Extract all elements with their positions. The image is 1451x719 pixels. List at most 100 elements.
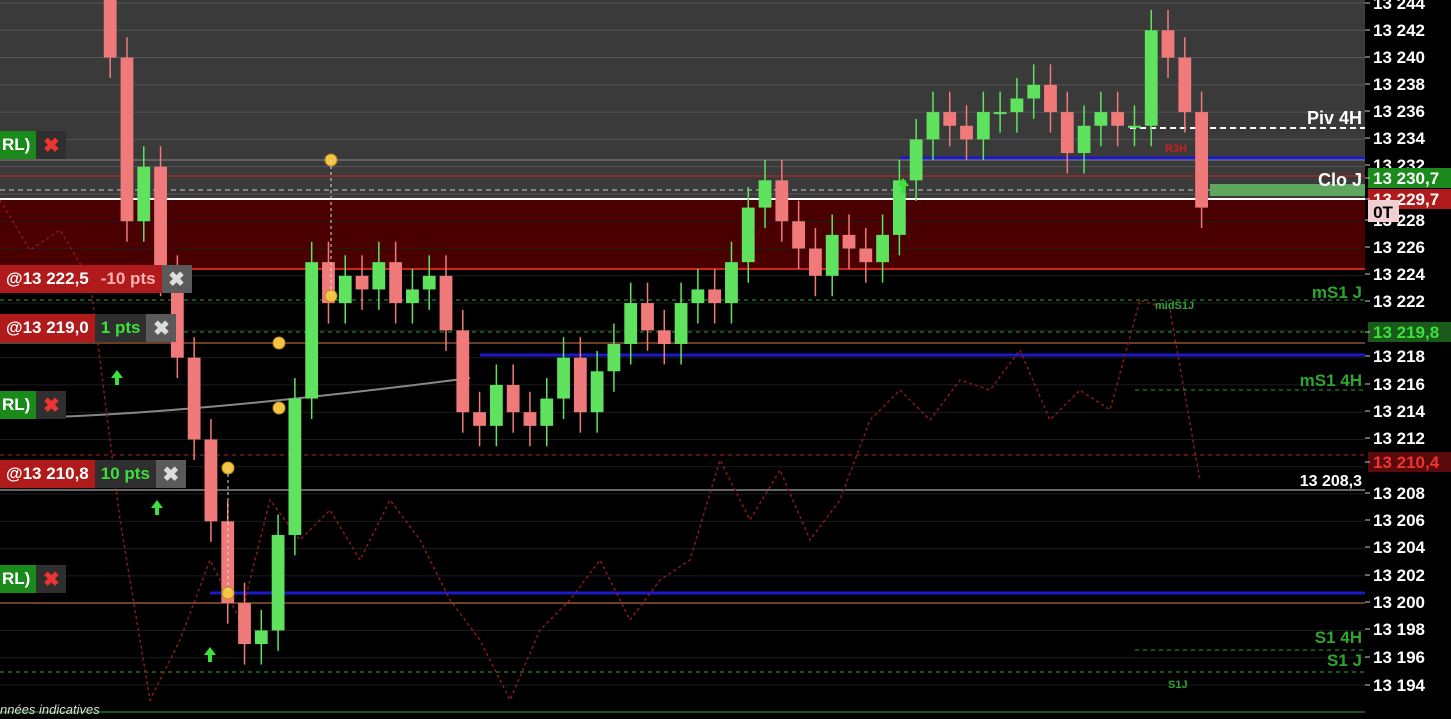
candle-body [372, 262, 386, 290]
candle-body [338, 275, 352, 304]
candle-body [1044, 84, 1057, 113]
s1j-label: S1 J [1327, 651, 1362, 670]
trade-marker-icon [272, 336, 286, 350]
candle-body [1010, 98, 1024, 113]
candle-body [607, 344, 621, 372]
order-price: @13 222,5 [0, 265, 95, 293]
close-icon[interactable]: ✖ [155, 460, 186, 488]
candle-body [1027, 84, 1041, 99]
candle-body [1178, 57, 1192, 113]
price-label: 13 208,3 [1300, 473, 1362, 490]
axis-tick-label: 13 219,8 [1373, 323, 1439, 342]
order-price: @13 219,0 [0, 314, 95, 342]
candle-body [993, 112, 1007, 115]
axis-tick-label: 13 214 [1373, 402, 1426, 421]
s1-4h-label: S1 4H [1315, 628, 1362, 647]
candle-body [489, 384, 503, 426]
rl-tag-1[interactable]: RL) ✖ [0, 131, 67, 159]
mids1j-label: midS1J [1155, 300, 1194, 312]
close-icon[interactable]: ✖ [161, 265, 192, 293]
close-icon[interactable]: ✖ [36, 131, 67, 159]
candle-body [187, 357, 201, 440]
axis-tick-label: 13 208 [1373, 484, 1425, 503]
candle-body [960, 125, 973, 140]
axis-tick-label: 13 234 [1373, 129, 1426, 148]
candle-body [557, 357, 570, 399]
candle-body [590, 371, 604, 413]
resistance-zone [0, 200, 1365, 270]
candle-body [859, 248, 873, 263]
axis-tick-label: 13 224 [1373, 265, 1426, 284]
axis-tick-label: 13 202 [1373, 566, 1425, 585]
rl-label: RL) [0, 565, 37, 593]
candle-body [1077, 125, 1091, 154]
r3h-label: R3H [1165, 143, 1187, 155]
candle-body [1060, 112, 1074, 154]
close-icon[interactable]: ✖ [36, 565, 67, 593]
price-chart[interactable]: Piv 4H Clo J mS1 J midS1J mS1 4H S1 4H S1 J S1J… [0, 0, 1451, 719]
candle-body [540, 398, 554, 426]
axis-tick-label: 13 206 [1373, 511, 1425, 530]
axis-tick-label: 13 196 [1373, 648, 1425, 667]
candle-body [305, 262, 319, 399]
candle-body [573, 357, 587, 413]
candle-body [1094, 112, 1108, 126]
order-tag-3[interactable]: @13 210,8 10 pts ✖ [0, 460, 186, 488]
order-pnl: 1 pts [94, 314, 147, 342]
candle-body [976, 112, 990, 140]
axis-tick-label: 13 238 [1373, 75, 1425, 94]
candle-body [674, 303, 688, 344]
candle-body [641, 303, 654, 331]
candle-body [725, 262, 738, 304]
candle-body [825, 234, 839, 276]
candle-body [439, 275, 453, 331]
candle-body [842, 234, 856, 249]
candle-body [1144, 30, 1158, 126]
axis-tick-label: 13 210,4 [1373, 453, 1440, 472]
candle-body [909, 139, 923, 181]
rl-tag-3[interactable]: RL) ✖ [0, 565, 67, 593]
candle-body [758, 180, 772, 208]
axis-tick-label: 13 236 [1373, 102, 1425, 121]
candle-body [1195, 112, 1208, 208]
order-pnl: 10 pts [94, 460, 156, 488]
axis-tick-label: 13 244 [1373, 0, 1426, 13]
order-pnl: -10 pts [94, 265, 162, 293]
order-tag-2[interactable]: @13 219,0 1 pts ✖ [0, 314, 177, 342]
candle-body [254, 630, 268, 645]
candle-body [708, 289, 722, 304]
trade-marker-icon [272, 401, 286, 415]
candle-body [1128, 125, 1141, 128]
axis-tick-label: 13 194 [1373, 676, 1426, 695]
close-icon[interactable]: ✖ [146, 314, 177, 342]
candle-body [1111, 112, 1125, 126]
candle-body [204, 439, 218, 522]
candle-body [406, 289, 419, 304]
axis-tick-label: 13 242 [1373, 21, 1425, 40]
candle-body [809, 248, 822, 276]
candle-body [422, 275, 436, 290]
close-icon[interactable]: ✖ [36, 391, 67, 419]
axis-tick-label: 13 198 [1373, 620, 1425, 639]
axis-tick-label: 13 200 [1373, 593, 1425, 612]
candle-body [943, 112, 957, 126]
candle-body [506, 384, 520, 413]
axis-tick-label: 13 218 [1373, 347, 1425, 366]
candle-body [389, 262, 403, 304]
candle-body [523, 412, 537, 426]
candle-body [657, 330, 671, 344]
candle-body [1161, 30, 1175, 58]
candle-body [154, 166, 167, 276]
candle-body [473, 412, 486, 426]
axis-tick-label: 13 204 [1373, 538, 1426, 557]
candle-body [775, 180, 789, 222]
axis-tick-label: 13 212 [1373, 429, 1425, 448]
s1j-small-label: S1J [1168, 679, 1188, 691]
axis-tick-label: 13 230,7 [1373, 169, 1439, 188]
candle-body [355, 275, 369, 290]
axis-tick-label: 13 222 [1373, 292, 1425, 311]
order-tag-1[interactable]: @13 222,5 -10 pts ✖ [0, 265, 192, 293]
rl-tag-2[interactable]: RL) ✖ [0, 391, 67, 419]
candle-body [792, 221, 806, 249]
axis-tick-label: 13 216 [1373, 375, 1425, 394]
